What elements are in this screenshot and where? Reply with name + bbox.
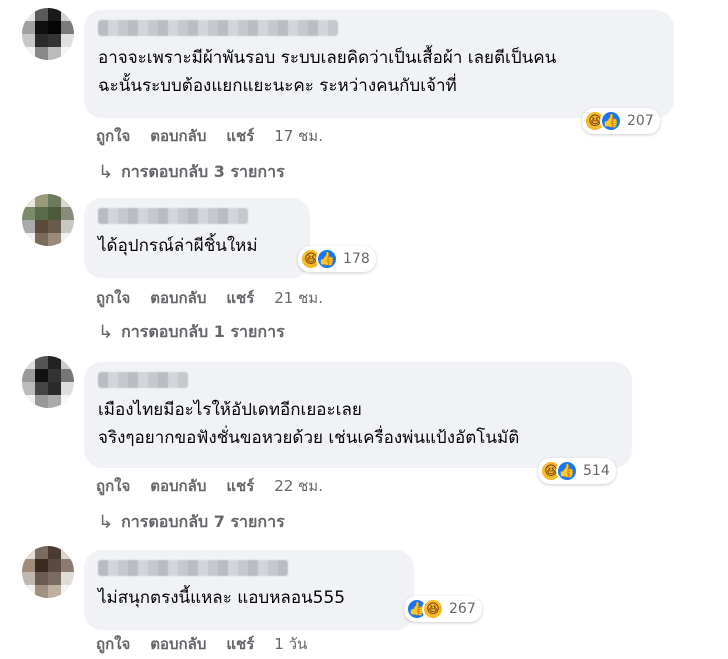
reaction-summary[interactable]: 👍 😆 267	[404, 596, 482, 622]
author-name-blurred[interactable]	[98, 208, 248, 224]
view-replies-link[interactable]: ↳ การตอบกลับ 7 รายการ	[98, 510, 285, 535]
replies-label: การตอบกลับ 3 รายการ	[121, 162, 285, 181]
reaction-count: 514	[583, 463, 610, 479]
reply-arrow-icon: ↳	[98, 322, 114, 343]
reaction-count: 267	[449, 601, 476, 617]
thumbs-up-icon: 👍	[600, 110, 622, 132]
timestamp[interactable]: 1 วัน	[274, 632, 307, 656]
avatar[interactable]	[22, 194, 74, 246]
comment-bubble: เมืองไทยมีอะไรให้อัปเดทอีกเยอะเลย จริงๆอ…	[84, 362, 632, 468]
reply-button[interactable]: ตอบกลับ	[150, 474, 206, 498]
reply-button[interactable]: ตอบกลับ	[150, 632, 206, 656]
comment-text-line: ฉะนั้นระบบต้องแยกแยะนะคะ ระหว่างคนกับเจ้…	[98, 76, 457, 96]
avatar[interactable]	[22, 356, 74, 408]
like-button[interactable]: ถูกใจ	[96, 124, 130, 148]
reaction-summary[interactable]: 😆 👍 514	[538, 458, 616, 484]
haha-emoji-icon: 😆	[422, 598, 444, 620]
view-replies-link[interactable]: ↳ การตอบกลับ 1 รายการ	[98, 320, 285, 345]
thumbs-up-icon: 👍	[316, 248, 338, 270]
timestamp[interactable]: 22 ชม.	[274, 474, 323, 498]
share-button[interactable]: แชร์	[226, 632, 254, 656]
comment-text-line: อาจจะเพราะมีผ้าพันรอบ ระบบเลยคิดว่าเป็นเ…	[98, 48, 557, 68]
comment-text-line: ได้อุปกรณ์ล่าผีชิ้นใหม่	[98, 236, 258, 256]
share-button[interactable]: แชร์	[226, 286, 254, 310]
reply-arrow-icon: ↳	[98, 512, 114, 533]
like-button[interactable]: ถูกใจ	[96, 474, 130, 498]
comment-text-line: เมืองไทยมีอะไรให้อัปเดทอีกเยอะเลย	[98, 400, 362, 420]
reply-button[interactable]: ตอบกลับ	[150, 286, 206, 310]
replies-label: การตอบกลับ 7 รายการ	[121, 512, 285, 531]
reply-button[interactable]: ตอบกลับ	[150, 124, 206, 148]
reaction-count: 207	[627, 113, 654, 129]
comment-text-line: จริงๆอยากขอฟังชั่นขอหวยด้วย เช่นเครื่องพ…	[98, 428, 520, 448]
comment-actions: ถูกใจ ตอบกลับ แชร์ 21 ชม.	[96, 286, 323, 310]
view-replies-link[interactable]: ↳ การตอบกลับ 3 รายการ	[98, 160, 285, 185]
comment-bubble: ได้อุปกรณ์ล่าผีชิ้นใหม่	[84, 198, 310, 278]
thumbs-up-icon: 👍	[556, 460, 578, 482]
like-button[interactable]: ถูกใจ	[96, 632, 130, 656]
author-name-blurred[interactable]	[98, 560, 288, 576]
avatar[interactable]	[22, 546, 74, 598]
avatar[interactable]	[22, 8, 74, 60]
comment-text-line: ไม่สนุกตรงนี้แหละ แอบหลอน555	[98, 588, 346, 608]
reaction-count: 178	[343, 251, 370, 267]
timestamp[interactable]: 21 ชม.	[274, 286, 323, 310]
like-button[interactable]: ถูกใจ	[96, 286, 130, 310]
comment-actions: ถูกใจ ตอบกลับ แชร์ 17 ชม.	[96, 124, 323, 148]
comment-bubble: ไม่สนุกตรงนี้แหละ แอบหลอน555	[84, 550, 414, 630]
comment-actions: ถูกใจ ตอบกลับ แชร์ 1 วัน	[96, 632, 307, 656]
replies-label: การตอบกลับ 1 รายการ	[121, 322, 285, 341]
share-button[interactable]: แชร์	[226, 124, 254, 148]
share-button[interactable]: แชร์	[226, 474, 254, 498]
reaction-summary[interactable]: 😆 👍 178	[298, 246, 376, 272]
reaction-summary[interactable]: 😆 👍 207	[582, 108, 660, 134]
comment-bubble: อาจจะเพราะมีผ้าพันรอบ ระบบเลยคิดว่าเป็นเ…	[84, 10, 674, 118]
comment-actions: ถูกใจ ตอบกลับ แชร์ 22 ชม.	[96, 474, 323, 498]
timestamp[interactable]: 17 ชม.	[274, 124, 323, 148]
author-name-blurred[interactable]	[98, 372, 188, 388]
author-name-blurred[interactable]	[98, 20, 338, 36]
reply-arrow-icon: ↳	[98, 162, 114, 183]
